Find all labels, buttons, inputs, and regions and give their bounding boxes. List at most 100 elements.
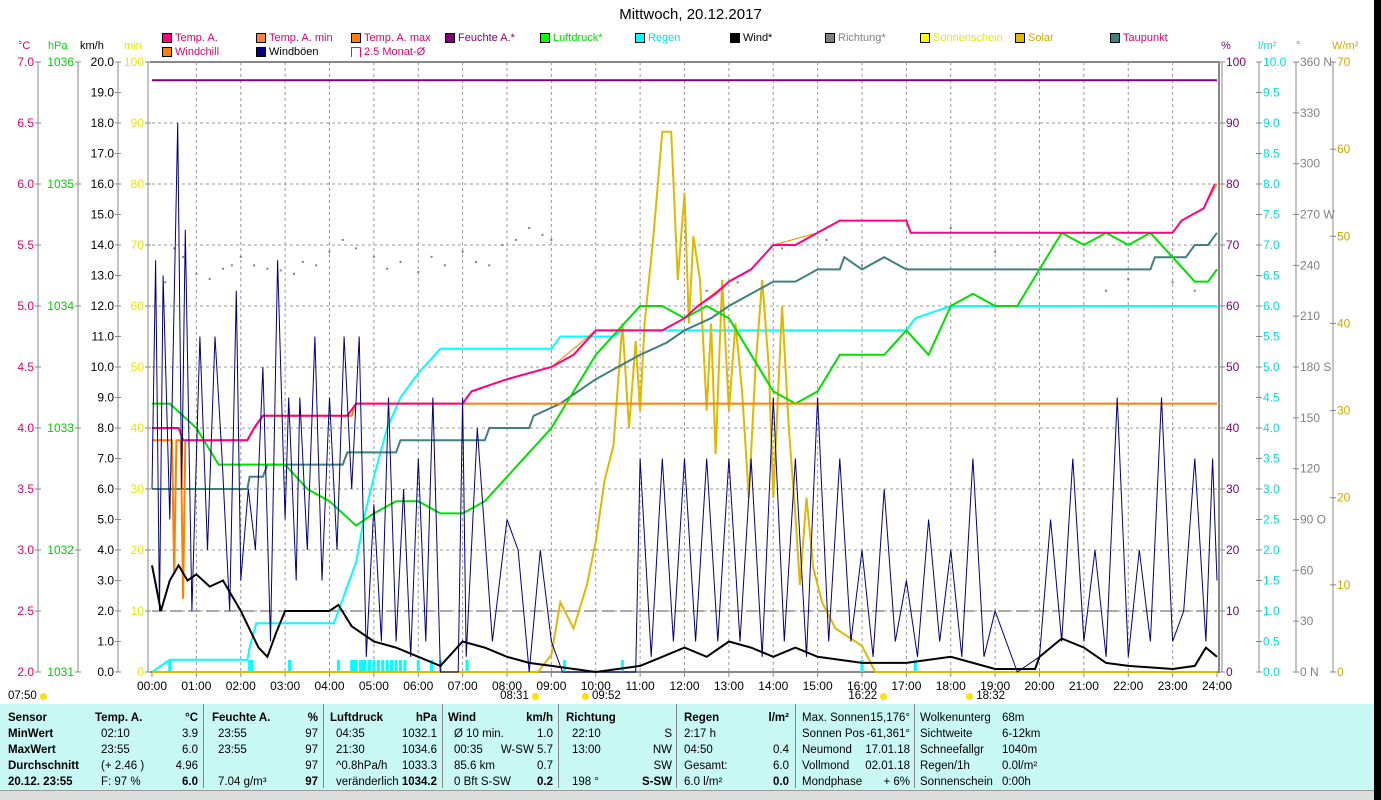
table-cell-rain: 2:17 h <box>684 728 716 740</box>
rain-bar <box>563 660 567 672</box>
table-header-sensor: Sensor <box>8 712 47 724</box>
axis-label-dir: 270 W <box>1300 208 1335 222</box>
x-tick-label: 14:00 <box>758 679 788 693</box>
direction-point <box>461 250 464 253</box>
direction-point <box>474 260 477 263</box>
x-tick-label: 03:00 <box>270 679 300 693</box>
direction-point <box>736 281 739 284</box>
misc-info-value: 68m <box>1002 712 1025 724</box>
table-cell-wind: 85.6 km <box>454 760 495 772</box>
direction-point <box>195 272 198 275</box>
axis-label-wind: 4.0 <box>97 543 114 557</box>
direction-point <box>705 289 708 292</box>
axis-label-solar: 70 <box>1337 55 1351 69</box>
axis-label-wind: 9.0 <box>97 391 114 405</box>
x-tick-label: 20:00 <box>1024 679 1054 693</box>
rain-bar <box>367 660 371 672</box>
x-tick-label: 21:00 <box>1069 679 1099 693</box>
table-unit-press: hPa <box>415 712 437 724</box>
sun-info-value: 02.01.18 <box>865 760 910 772</box>
direction-point <box>386 267 389 270</box>
status-bar <box>0 790 1374 800</box>
direction-point <box>293 272 295 275</box>
table-value-dir: SW <box>653 760 672 772</box>
axis-label-min: 30 <box>131 482 145 496</box>
table-header-temp: Temp. A. <box>95 712 143 724</box>
direction-point <box>825 238 828 241</box>
direction-point <box>1193 289 1196 292</box>
rain-bar <box>394 660 398 672</box>
direction-point <box>399 260 402 263</box>
x-tick-label: 05:00 <box>359 679 389 693</box>
series-temp-a- <box>152 183 1216 442</box>
sun-info-value: 15,176° <box>870 712 910 724</box>
axis-label-hum: 30 <box>1226 482 1240 496</box>
axis-label-press: 1033 <box>47 421 74 435</box>
axis-label-hum: 0 <box>1226 665 1233 679</box>
table-value-hum: 97 <box>305 760 318 772</box>
axis-label-min: 50 <box>131 360 145 374</box>
table-value-rain: 0.0 <box>773 776 789 788</box>
rain-bar <box>250 660 254 672</box>
rain-bar <box>403 660 407 672</box>
axis-label-rain: 6.5 <box>1263 269 1280 283</box>
axis-label-min: 20 <box>131 543 145 557</box>
direction-point <box>328 250 331 253</box>
table-value-wind: 0.7 <box>537 760 553 772</box>
column-divider <box>558 704 559 788</box>
axis-label-rain: 1.5 <box>1263 574 1280 588</box>
axis-label-rain: 7.0 <box>1263 238 1280 252</box>
rain-bar <box>354 660 358 672</box>
x-tick-label: 06:00 <box>403 679 433 693</box>
table-header-hum: Feuchte A. <box>212 712 271 724</box>
axis-label-temp: 2.5 <box>17 604 34 618</box>
misc-info-value: 0:00h <box>1002 776 1031 788</box>
table-header-rain: Regen <box>684 712 720 724</box>
axis-label-min: 80 <box>131 177 145 191</box>
direction-point <box>514 238 517 241</box>
axis-label-press: 1031 <box>47 665 74 679</box>
table-cell-rain: 6.0 l/m² <box>684 776 723 788</box>
rain-bar <box>336 660 340 672</box>
table-cell-hum: 23:55 <box>218 728 247 740</box>
sun-icon <box>40 693 47 700</box>
table-value-dir: NW <box>652 744 672 756</box>
x-tick-label: 13:00 <box>714 679 744 693</box>
stats-table: Sensor MinWert MaxWert Durchschnitt 20.12. 2… <box>0 704 1374 790</box>
table-cell-hum: 23:55 <box>218 744 247 756</box>
direction-point <box>488 264 491 267</box>
direction-point <box>355 247 358 250</box>
window-edge <box>1374 0 1381 800</box>
misc-info-value: 0.0l/m² <box>1002 760 1038 772</box>
table-unit-temp: °C <box>185 712 198 724</box>
table-cell-dir: 198 ° <box>572 776 599 788</box>
direction-point <box>781 247 784 250</box>
series-taupunkt <box>152 232 1218 490</box>
table-value-temp: 6.0 <box>182 776 198 788</box>
misc-info-value: 6-12km <box>1002 728 1041 740</box>
rain-bar <box>168 660 172 672</box>
axis-label-temp: 7.0 <box>17 55 34 69</box>
axis-label-hum: 100 <box>1226 55 1246 69</box>
table-header-wind: Wind <box>448 712 476 724</box>
rain-bar <box>620 660 624 672</box>
table-value-hum: 97 <box>305 728 318 740</box>
direction-point <box>253 264 256 267</box>
axis-label-temp: 6.0 <box>17 177 34 191</box>
rain-bar <box>416 660 420 672</box>
sun-event-label: 16:22 <box>848 690 878 702</box>
axis-label-rain: 8.0 <box>1263 177 1280 191</box>
axis-label-dir: 30 <box>1300 614 1314 628</box>
table-cell-wind: 0 Bft S-SW <box>454 776 511 788</box>
table-header-dir: Richtung <box>566 712 616 724</box>
axis-label-rain: 6.0 <box>1263 299 1280 313</box>
table-row-label: Durchschnitt <box>8 760 79 772</box>
table-cell-press: 21:30 <box>336 744 365 756</box>
x-tick-label: 22:00 <box>1113 679 1143 693</box>
direction-point <box>266 267 269 270</box>
axis-label-rain: 2.0 <box>1263 543 1280 557</box>
series-temp-a-max <box>152 183 1218 441</box>
x-tick-label: 04:00 <box>314 679 344 693</box>
sun-event-label: 09:52 <box>591 690 621 702</box>
axis-label-rain: 0.5 <box>1263 635 1280 649</box>
